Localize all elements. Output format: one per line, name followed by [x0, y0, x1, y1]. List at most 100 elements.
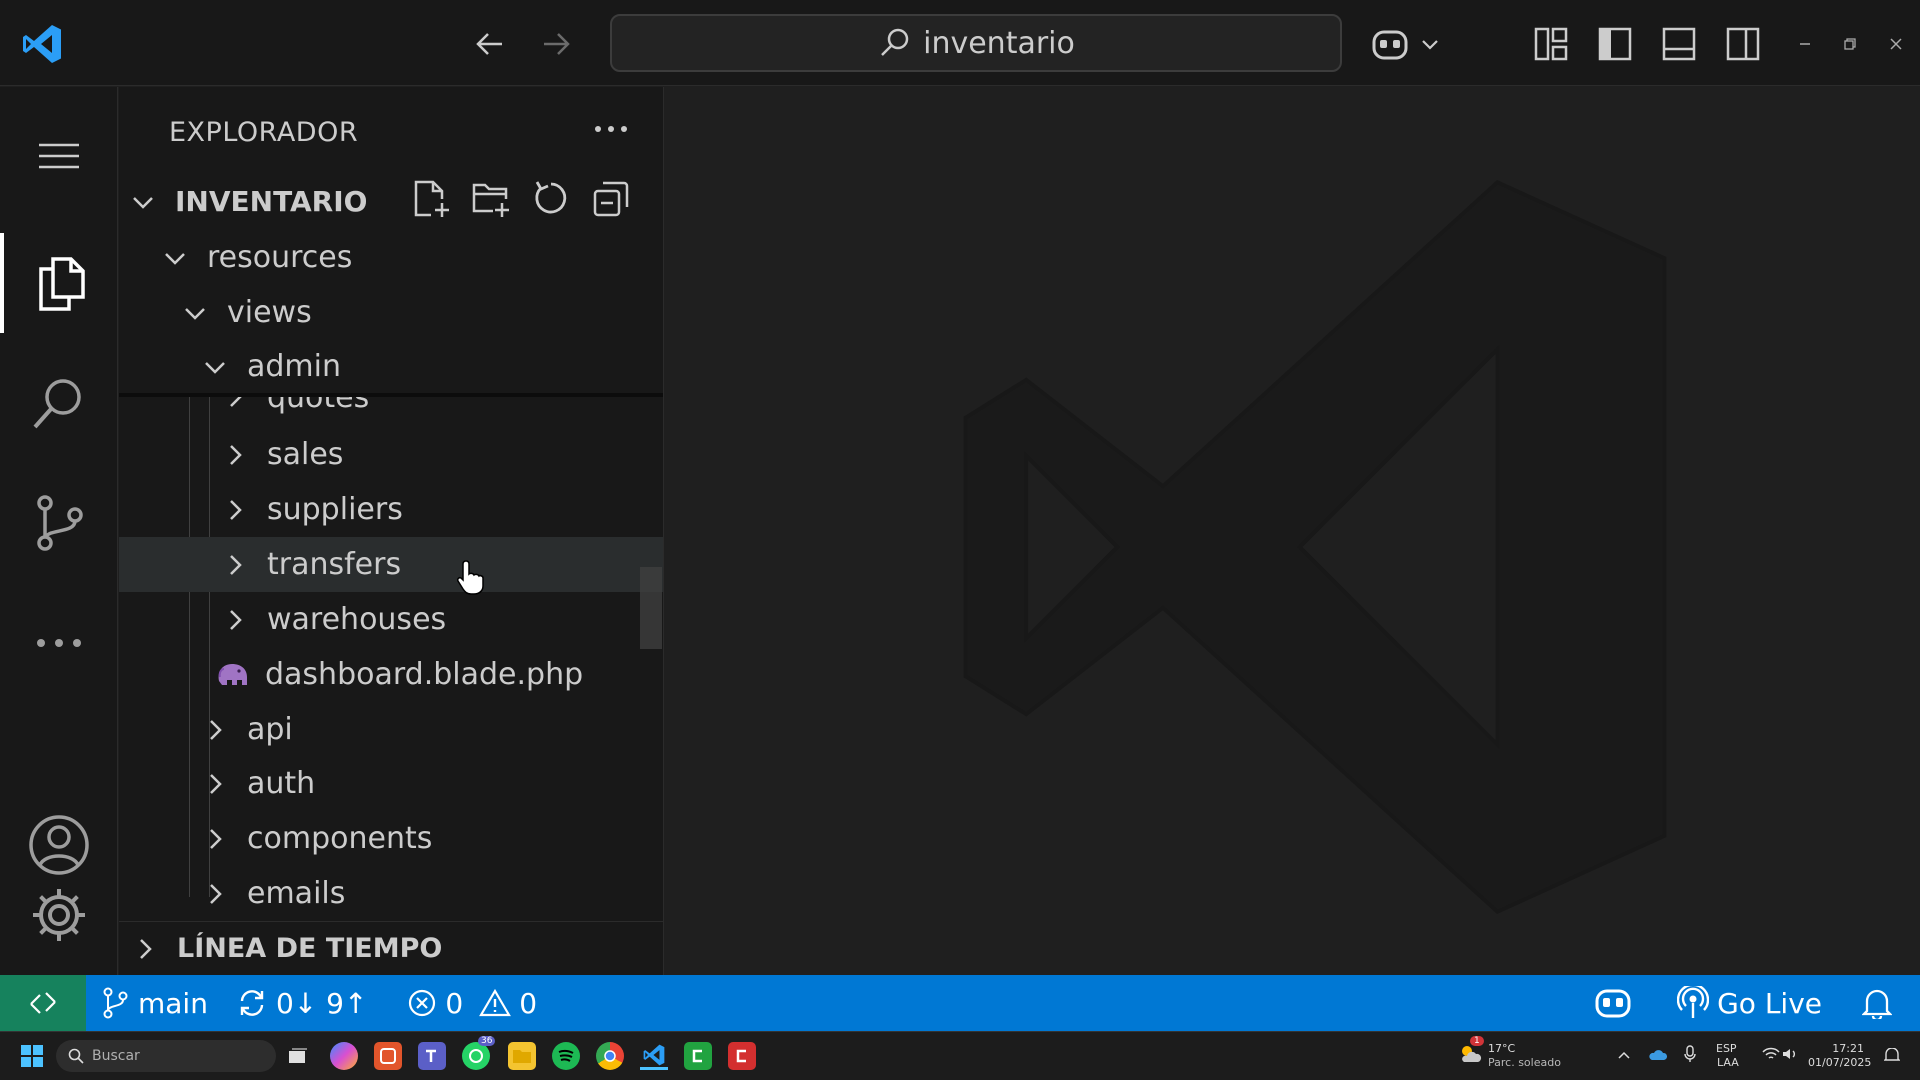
source-control-icon: [37, 495, 83, 551]
notifications-button[interactable]: [1848, 975, 1906, 1031]
branch-indicator[interactable]: main: [86, 975, 222, 1031]
timeline-label: LÍNEA DE TIEMPO: [177, 933, 443, 964]
activity-more[interactable]: [0, 593, 118, 693]
input-language-top[interactable]: ESP: [1716, 1042, 1737, 1056]
minimize-button[interactable]: [1789, 28, 1821, 60]
timeline-section-header[interactable]: LÍNEA DE TIEMPO: [119, 921, 663, 975]
activity-search[interactable]: [0, 353, 118, 453]
chevron-down-icon: [133, 196, 153, 209]
minimize-icon: [1800, 43, 1810, 45]
tree-item-warehouses[interactable]: warehouses: [119, 592, 663, 647]
vscode-logo-icon: [23, 25, 61, 63]
bell-icon: [1862, 989, 1892, 1019]
toggle-primary-sidebar-button[interactable]: [1591, 20, 1639, 68]
tree-item-resources[interactable]: resources: [119, 230, 663, 285]
application-menu-button[interactable]: [0, 131, 118, 181]
file-explorer-button[interactable]: [508, 1042, 536, 1070]
toggle-panel-button[interactable]: [1655, 20, 1703, 68]
onedrive-cloud-icon[interactable]: [1648, 1047, 1668, 1061]
new-folder-button[interactable]: [469, 177, 513, 221]
forward-button[interactable]: [534, 22, 578, 66]
close-window-button[interactable]: [1880, 28, 1912, 60]
taskbar-search[interactable]: Buscar: [56, 1040, 276, 1072]
chrome-app-button[interactable]: [596, 1042, 624, 1070]
editor-area: [665, 87, 1920, 975]
tree-item-transfers[interactable]: transfers: [119, 537, 663, 592]
windows-start-icon[interactable]: [20, 1044, 44, 1068]
weather-alert-badge: 1: [1470, 1036, 1484, 1046]
activity-explorer[interactable]: [0, 233, 118, 333]
tree-item-auth[interactable]: auth: [119, 756, 663, 811]
tree-item-label: suppliers: [267, 492, 403, 527]
input-language-bottom: LAA: [1717, 1056, 1739, 1069]
restore-button[interactable]: [1834, 28, 1866, 60]
notification-center-icon[interactable]: [1884, 1048, 1900, 1062]
tree-item-admin[interactable]: admin: [119, 339, 663, 394]
sticky-scroll-divider: [119, 393, 663, 397]
tree-item-views[interactable]: views: [119, 285, 663, 340]
panel-bottom-icon: [1662, 27, 1696, 61]
weather-widget[interactable]: 1: [1458, 1036, 1484, 1066]
toggle-secondary-sidebar-button[interactable]: [1719, 20, 1767, 68]
sidebar-right-icon: [1726, 27, 1760, 61]
microphone-icon[interactable]: [1684, 1045, 1696, 1063]
layout-grid-icon: [1534, 27, 1568, 61]
tree-item-label: sales: [267, 437, 344, 472]
wifi-icon[interactable]: [1762, 1047, 1780, 1061]
tree-item-sales[interactable]: sales: [119, 427, 663, 482]
copilot-icon: [1372, 30, 1408, 60]
volume-icon[interactable]: [1782, 1047, 1798, 1061]
problems-indicator[interactable]: 0 0: [393, 975, 551, 1031]
copilot-menu-button[interactable]: [1368, 20, 1448, 68]
spotify-app-button[interactable]: [552, 1042, 580, 1070]
vscode-app-button[interactable]: [640, 1042, 668, 1070]
copilot-app-button[interactable]: [330, 1042, 358, 1070]
new-file-button[interactable]: [409, 177, 453, 221]
command-center-search[interactable]: inventario: [610, 14, 1342, 72]
back-button[interactable]: [468, 22, 512, 66]
account-icon: [29, 815, 89, 875]
app-button-orange[interactable]: [374, 1042, 402, 1070]
refresh-explorer-button[interactable]: [529, 177, 573, 221]
explorer-title: EXPLORADOR: [169, 117, 359, 148]
chevron-down-icon: [185, 307, 205, 320]
clock-time[interactable]: 17:21: [1814, 1042, 1864, 1056]
teams-icon: [426, 1049, 436, 1062]
activity-accounts[interactable]: [0, 795, 118, 895]
remote-indicator-button[interactable]: [0, 975, 86, 1031]
explorer-more-actions-button[interactable]: [589, 109, 633, 149]
taskbar-search-placeholder: Buscar: [92, 1048, 140, 1064]
activity-manage[interactable]: [0, 889, 118, 975]
activity-bar: [0, 87, 118, 975]
chevron-up-icon[interactable]: [1618, 1050, 1630, 1060]
tree-item-components[interactable]: components: [119, 811, 663, 866]
warning-count: 0: [519, 986, 538, 1020]
sync-indicator[interactable]: 0↓ 9↑: [222, 975, 381, 1031]
chevron-right-icon: [210, 773, 222, 794]
restore-icon: [1844, 38, 1856, 50]
chrome-icon: [604, 1050, 616, 1062]
teams-app-button[interactable]: [418, 1042, 446, 1070]
clock-date: 01/07/2025: [1808, 1056, 1872, 1069]
more-horizontal-icon: [37, 639, 81, 647]
whatsapp-app-button[interactable]: 36: [462, 1036, 496, 1070]
task-view-icon: [289, 1048, 307, 1063]
customize-layout-button[interactable]: [1527, 20, 1575, 68]
tree-item-api[interactable]: api: [119, 702, 663, 757]
app-button-red[interactable]: [728, 1042, 756, 1070]
copilot-status-button[interactable]: [1579, 975, 1647, 1031]
error-count: 0: [445, 986, 464, 1020]
chevron-down-icon: [165, 252, 185, 265]
activity-source-control[interactable]: [0, 473, 118, 573]
go-live-button[interactable]: Go Live: [1663, 975, 1836, 1031]
tree-item-suppliers[interactable]: suppliers: [119, 482, 663, 537]
tree-item-dashboard-file[interactable]: dashboard.blade.php: [119, 647, 663, 702]
collapse-folders-button[interactable]: [589, 177, 633, 221]
app-button-green[interactable]: [684, 1042, 712, 1070]
chevron-down-icon: [1422, 40, 1438, 50]
tree-item-emails[interactable]: emails: [119, 866, 663, 921]
search-icon: [68, 1048, 84, 1064]
explorer-scrollbar-thumb[interactable]: [640, 567, 662, 649]
search-icon: [881, 28, 909, 56]
task-view-button[interactable]: [284, 1042, 312, 1070]
